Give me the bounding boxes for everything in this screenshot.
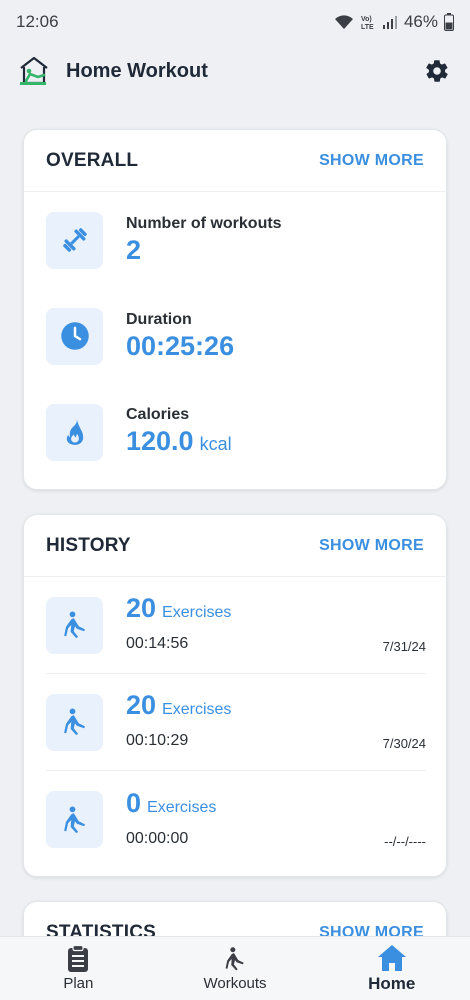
history-item[interactable]: 20 Exercises 00:10:29 7/30/24 bbox=[46, 674, 426, 771]
stat-duration: Duration 00:25:26 bbox=[46, 306, 426, 366]
flame-icon bbox=[66, 419, 83, 445]
statistics-title: STATISTICS bbox=[46, 922, 157, 936]
history-header: HISTORY SHOW MORE bbox=[24, 515, 446, 577]
stat-value: 00:25:26 bbox=[126, 331, 235, 361]
overall-card: OVERALL SHOW MORE Number of workouts 2 D… bbox=[23, 129, 447, 490]
history-duration: 00:00:00 bbox=[126, 829, 189, 847]
status-time: 12:06 bbox=[16, 12, 59, 31]
nav-label: Plan bbox=[63, 975, 94, 992]
nav-label: Home bbox=[368, 973, 416, 993]
clipboard-icon bbox=[68, 945, 89, 972]
wifi-icon bbox=[334, 15, 353, 29]
stat-icon-tile bbox=[46, 307, 103, 365]
home-workout-logo bbox=[20, 56, 48, 85]
history-count: 20 Exercises bbox=[126, 690, 232, 720]
nav-item-plan[interactable]: Plan bbox=[0, 937, 157, 1000]
statistics-header: STATISTICS SHOW MORE bbox=[24, 902, 446, 936]
stat-label: Duration bbox=[126, 311, 192, 328]
stretching-person-icon bbox=[225, 947, 244, 971]
main-content[interactable]: OVERALL SHOW MORE Number of workouts 2 D… bbox=[0, 98, 470, 936]
stat-label: Number of workouts bbox=[126, 215, 282, 232]
overall-title: OVERALL bbox=[46, 149, 139, 171]
history-icon-tile bbox=[46, 596, 103, 654]
volte-icon: Vo) LTE bbox=[361, 16, 374, 30]
statistics-show-more-button[interactable]: SHOW MORE bbox=[319, 924, 424, 936]
settings-button[interactable] bbox=[422, 56, 452, 86]
history-exercises-label: Exercises bbox=[147, 798, 217, 816]
stretching-person-icon bbox=[63, 611, 85, 639]
bottom-navigation: Plan Workouts Home bbox=[0, 936, 470, 1000]
history-title: HISTORY bbox=[46, 534, 131, 556]
svg-text:LTE: LTE bbox=[361, 24, 374, 30]
signal-icon bbox=[382, 16, 397, 29]
statistics-card: STATISTICS SHOW MORE bbox=[23, 901, 447, 936]
stat-label: Calories bbox=[126, 405, 190, 423]
app-bar: Home Workout bbox=[0, 44, 470, 98]
history-duration: 00:14:56 bbox=[126, 635, 189, 652]
stretching-person-icon bbox=[63, 708, 85, 736]
history-count: 0 Exercises bbox=[126, 787, 217, 818]
overall-header: OVERALL SHOW MORE bbox=[24, 130, 446, 192]
history-date: --/--/---- bbox=[384, 833, 426, 849]
home-screen: 12:06 Vo) LTE 46% Home Workout OVERALL S… bbox=[0, 0, 470, 1000]
stretching-person-icon bbox=[63, 806, 85, 833]
nav-item-workouts[interactable]: Workouts bbox=[157, 937, 314, 1000]
history-duration: 00:10:29 bbox=[126, 732, 189, 749]
clock-icon bbox=[60, 322, 89, 350]
history-count: 20 Exercises bbox=[126, 593, 232, 623]
status-icons: Vo) LTE 46% bbox=[334, 12, 454, 32]
battery-percent: 46% bbox=[403, 12, 438, 31]
overall-show-more-button[interactable]: SHOW MORE bbox=[319, 152, 424, 170]
history-date: 7/30/24 bbox=[382, 736, 426, 751]
history-date: 7/31/24 bbox=[382, 639, 426, 654]
dumbbell-icon bbox=[62, 228, 87, 252]
stat-icon-tile bbox=[46, 211, 103, 269]
stat-icon-tile bbox=[46, 403, 103, 461]
history-item[interactable]: 20 Exercises 00:14:56 7/31/24 bbox=[46, 577, 426, 674]
gear-icon bbox=[426, 60, 448, 82]
app-title: Home Workout bbox=[66, 59, 208, 82]
history-show-more-button[interactable]: SHOW MORE bbox=[319, 537, 424, 555]
history-icon-tile bbox=[46, 791, 103, 848]
history-item[interactable]: 0 Exercises 00:00:00 --/--/---- bbox=[46, 771, 426, 868]
history-exercises-label: Exercises bbox=[162, 701, 232, 718]
svg-text:Vo): Vo) bbox=[361, 16, 372, 23]
stat-value: 120.0 kcal bbox=[126, 425, 232, 456]
battery-icon bbox=[444, 13, 454, 31]
stat-calories: Calories 120.0 kcal bbox=[46, 402, 426, 462]
history-card: HISTORY SHOW MORE 20 Exercises 00:14:56 7… bbox=[23, 514, 447, 877]
home-icon bbox=[377, 944, 406, 971]
nav-item-home[interactable]: Home bbox=[313, 937, 470, 1000]
history-icon-tile bbox=[46, 693, 103, 751]
nav-label: Workouts bbox=[203, 975, 267, 992]
stat-value: 2 bbox=[126, 235, 142, 265]
history-exercises-label: Exercises bbox=[162, 604, 232, 621]
stat-workouts: Number of workouts 2 bbox=[46, 210, 426, 270]
status-bar: 12:06 Vo) LTE 46% bbox=[0, 0, 470, 44]
stat-unit: kcal bbox=[199, 433, 232, 454]
